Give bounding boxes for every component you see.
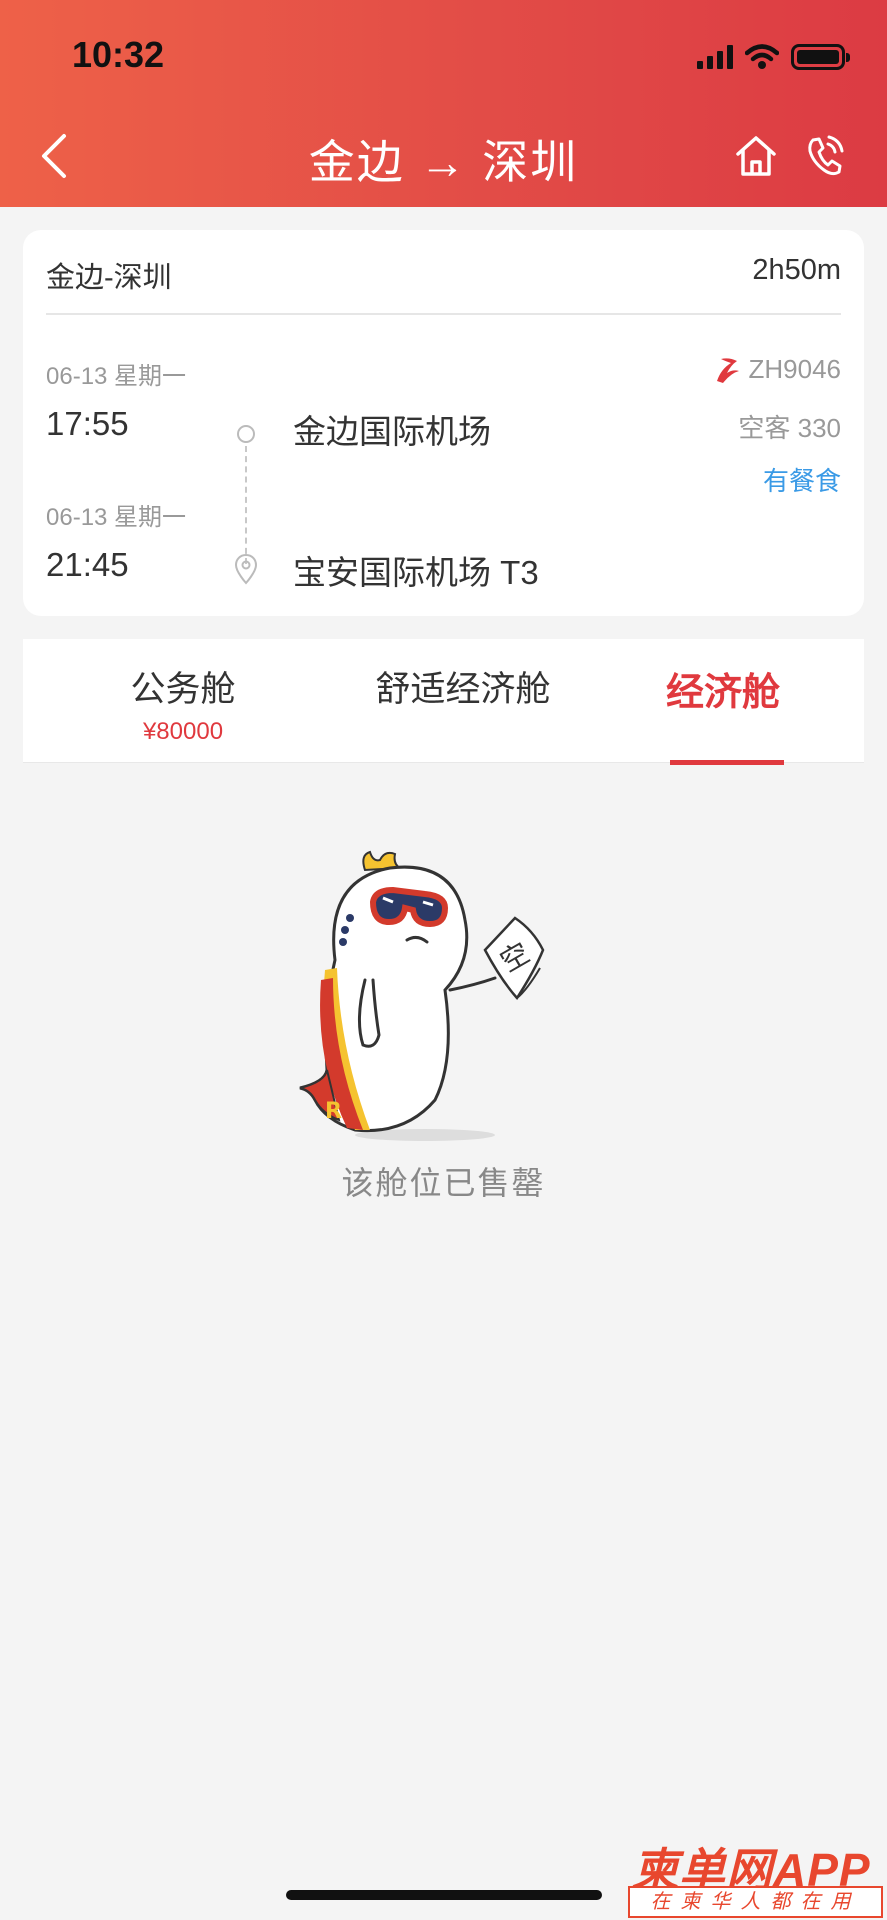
flight-duration: 2h50m [752, 254, 841, 286]
airline-logo-icon [716, 357, 739, 383]
tab-price: ¥80000 [142, 718, 224, 745]
battery-icon [791, 44, 850, 70]
status-icons [697, 42, 850, 72]
sold-out-message: 该舱位已售罄 [341, 1165, 546, 1201]
meal-info-link[interactable]: 有餐食 [763, 461, 841, 498]
wifi-icon [745, 44, 779, 69]
watermark-logo: 柬单网APP 在柬华人都在用 [628, 1834, 883, 1918]
header-bar: 10:32 金边 → 深圳 [0, 0, 887, 207]
signal-icon [697, 45, 733, 69]
mascot-illustration: R 空 [299, 850, 545, 1141]
home-indicator[interactable] [286, 1890, 602, 1900]
route-dashed-line [245, 446, 247, 564]
home-icon[interactable] [734, 134, 778, 178]
divider [46, 313, 841, 315]
flight-card: 金边-深圳 2h50m 06-13 星期一 17:55 金边国际机场 06-13… [23, 230, 864, 616]
tab-business[interactable]: 公务舱 ¥80000 [83, 639, 283, 763]
cabin-tabs: 公务舱 ¥80000 舒适经济舱 经济舱 [23, 639, 864, 763]
departure-time: 17:55 [46, 405, 129, 442]
location-pin-icon [234, 553, 258, 585]
status-time: 10:32 [72, 34, 165, 75]
watermark-subtitle: 在柬华人都在用 [628, 1886, 883, 1918]
arrival-time: 21:45 [46, 546, 129, 583]
active-tab-indicator [670, 760, 784, 765]
flight-number-row: ZH9046 [711, 354, 842, 385]
tab-label: 经济舱 [665, 672, 780, 714]
phone-icon[interactable] [804, 134, 844, 178]
arrival-date: 06-13 星期一 [46, 504, 187, 531]
departure-date: 06-13 星期一 [46, 363, 187, 390]
flight-number: ZH9046 [748, 354, 842, 384]
arrival-airport: 宝安国际机场 T3 [293, 554, 539, 591]
tab-economy[interactable]: 经济舱 [623, 639, 823, 763]
aircraft-type: 空客 330 [738, 413, 841, 443]
tab-label: 舒适经济舱 [375, 670, 551, 709]
svg-text:R: R [325, 1099, 342, 1124]
route-name: 金边-深圳 [46, 262, 172, 294]
departure-dot-icon [237, 425, 255, 443]
tab-label: 公务舱 [130, 670, 236, 709]
departure-airport: 金边国际机场 [293, 413, 491, 450]
tab-premium-economy[interactable]: 舒适经济舱 [343, 639, 583, 763]
